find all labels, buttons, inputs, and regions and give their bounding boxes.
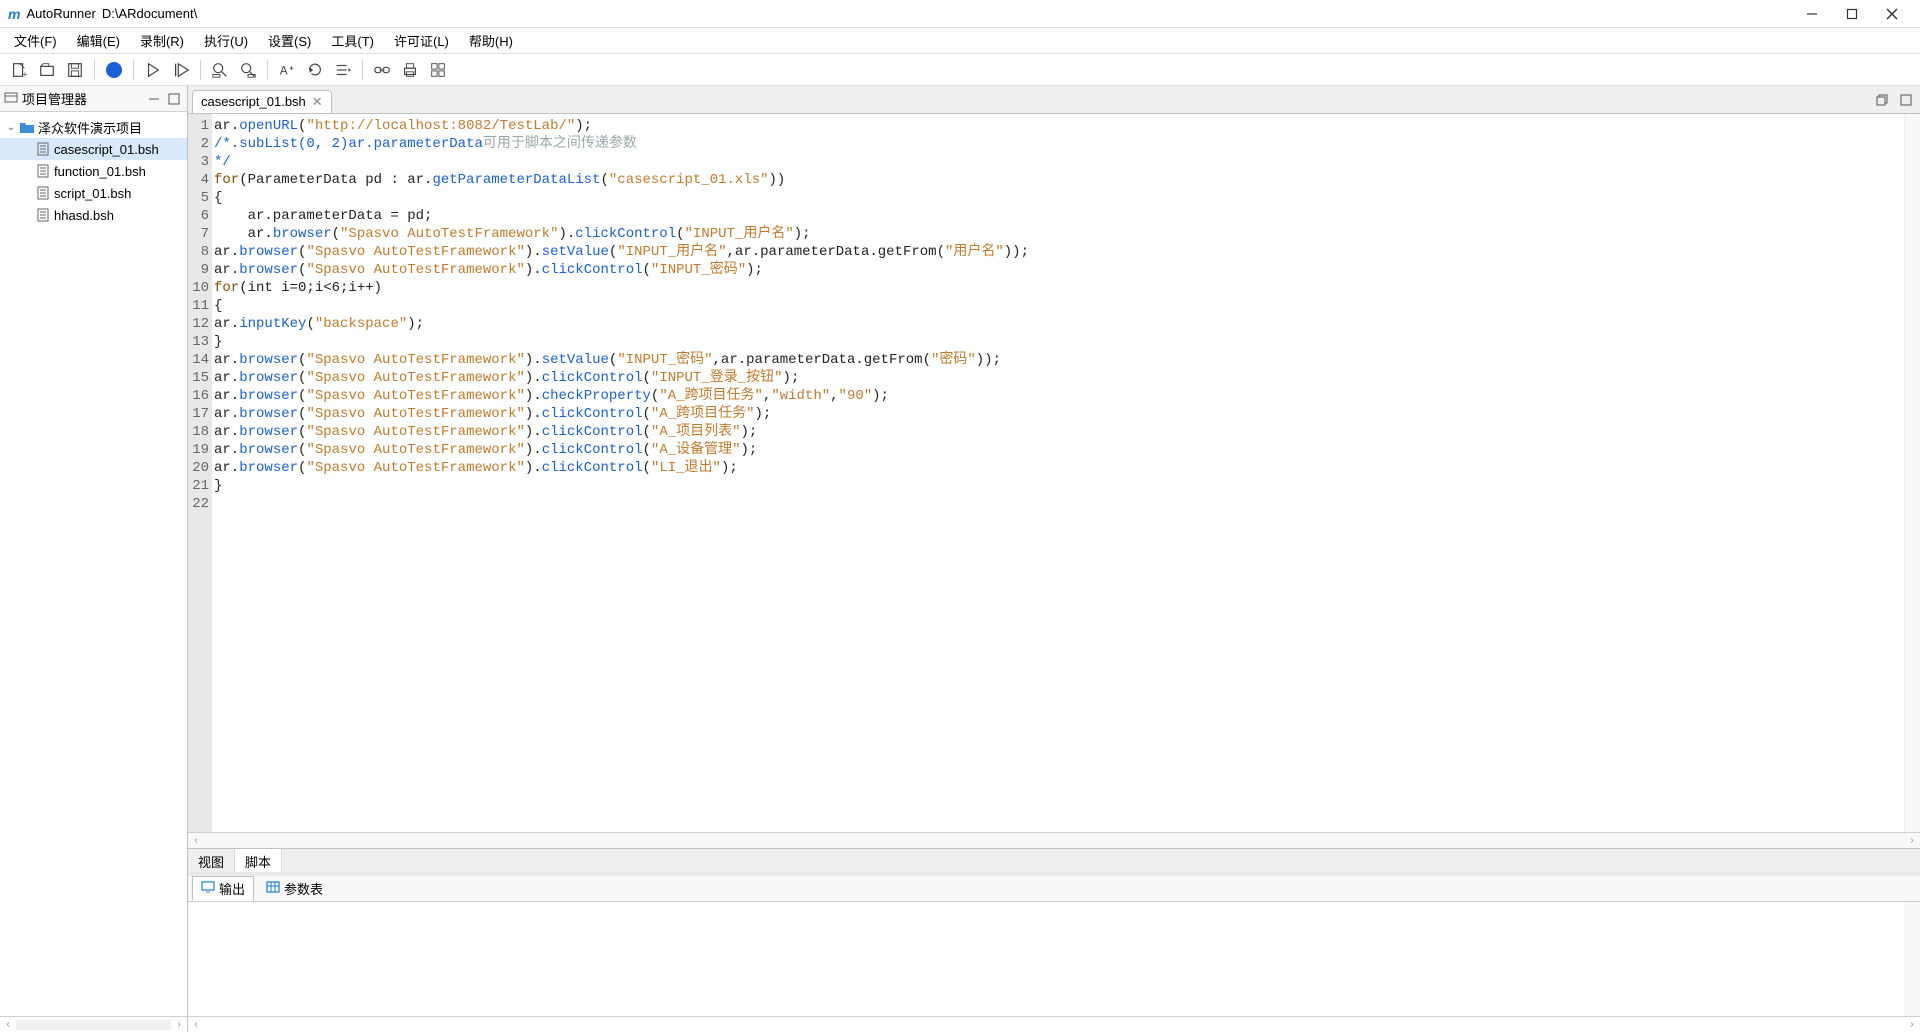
project-panel-title: 项目管理器 <box>22 89 143 108</box>
output-hscrollbar[interactable]: ‹› <box>188 1016 1920 1032</box>
output-panel: 输出 参数表 ‹› <box>188 872 1920 1032</box>
file-icon <box>34 164 52 178</box>
toolbar-separator <box>133 60 134 80</box>
minimize-panel-button[interactable] <box>145 90 163 108</box>
minimize-button[interactable] <box>1792 0 1832 28</box>
collapse-icon[interactable]: ⌄ <box>4 122 18 133</box>
maximize-panel-button[interactable] <box>165 90 183 108</box>
output-vscrollbar[interactable] <box>1904 902 1920 1016</box>
tree-file-item[interactable]: casescript_01.bsh <box>0 138 187 160</box>
list-button[interactable] <box>330 57 356 83</box>
toolbar-separator <box>362 60 363 80</box>
output-tab-label: 输出 <box>219 879 245 898</box>
view-tab-view[interactable]: 视图 <box>188 849 235 872</box>
toolbar: + A <box>0 54 1920 86</box>
titlebar: m AutoRunner D:\ARdocument\ <box>0 0 1920 28</box>
tree-item-label: casescript_01.bsh <box>54 142 159 157</box>
file-icon <box>34 186 52 200</box>
statusbar <box>0 1032 1920 1036</box>
menu-edit[interactable]: 编辑(E) <box>67 28 130 53</box>
view-tab-script[interactable]: 脚本 <box>235 848 282 872</box>
editor-tab-label: casescript_01.bsh <box>201 94 306 109</box>
bottom-tabs: 输出 参数表 <box>188 876 1920 902</box>
editor-area: casescript_01.bsh ✕ 1 2 3 4 5 6 7 8 9 10… <box>188 86 1920 1032</box>
svg-text:A: A <box>280 64 288 77</box>
app-icon: m <box>8 6 20 22</box>
find-button[interactable] <box>207 57 233 83</box>
print-button[interactable] <box>397 57 423 83</box>
tree-file-item[interactable]: script_01.bsh <box>0 182 187 204</box>
tree-root[interactable]: ⌄ 泽众软件演示项目 <box>0 116 187 138</box>
step-button[interactable] <box>168 57 194 83</box>
tree-item-label: script_01.bsh <box>54 186 131 201</box>
monitor-icon <box>201 880 215 897</box>
code-content[interactable]: ar.openURL("http://localhost:8082/TestLa… <box>212 114 1920 832</box>
editor-vscrollbar[interactable] <box>1904 114 1920 832</box>
project-panel: 项目管理器 ⌄ 泽众软件演示项目 casescript_01.bshfuncti… <box>0 86 188 1032</box>
sidebar-hscrollbar[interactable]: ‹› <box>0 1016 187 1032</box>
params-tab-label: 参数表 <box>284 879 323 898</box>
svg-text:+: + <box>23 70 28 79</box>
font-button[interactable]: A <box>274 57 300 83</box>
menu-tools[interactable]: 工具(T) <box>321 28 384 53</box>
menu-run[interactable]: 执行(U) <box>194 28 258 53</box>
menubar: 文件(F) 编辑(E) 录制(R) 执行(U) 设置(S) 工具(T) 许可证(… <box>0 28 1920 54</box>
code-editor[interactable]: 1 2 3 4 5 6 7 8 9 10 11 12 13 14 15 16 1… <box>188 114 1920 832</box>
output-body[interactable] <box>188 902 1920 1016</box>
menu-record[interactable]: 录制(R) <box>130 28 194 53</box>
maximize-button[interactable] <box>1832 0 1872 28</box>
toolbar-separator <box>200 60 201 80</box>
params-tab[interactable]: 参数表 <box>258 877 331 900</box>
menu-settings[interactable]: 设置(S) <box>258 28 321 53</box>
record-button[interactable] <box>101 57 127 83</box>
tree-file-item[interactable]: function_01.bsh <box>0 160 187 182</box>
maximize-editor-button[interactable] <box>1896 90 1916 110</box>
line-gutter: 1 2 3 4 5 6 7 8 9 10 11 12 13 14 15 16 1… <box>188 114 212 832</box>
folder-icon <box>18 120 36 134</box>
file-icon <box>34 208 52 222</box>
menu-license[interactable]: 许可证(L) <box>384 28 459 53</box>
editor-hscrollbar[interactable]: ‹› <box>188 832 1920 848</box>
tree-item-label: hhasd.bsh <box>54 208 114 223</box>
project-tree[interactable]: ⌄ 泽众软件演示项目 casescript_01.bsh function_01.… <box>0 112 187 1016</box>
folder-tree-icon <box>4 90 18 107</box>
editor-tab[interactable]: casescript_01.bsh ✕ <box>192 90 332 113</box>
open-file-button[interactable] <box>34 57 60 83</box>
toolbar-separator <box>267 60 268 80</box>
close-tab-icon[interactable]: ✕ <box>312 94 323 110</box>
restore-editor-button[interactable] <box>1872 90 1892 110</box>
project-panel-header: 项目管理器 <box>0 86 187 112</box>
app-name: AutoRunner <box>26 6 95 21</box>
close-button[interactable] <box>1872 0 1912 28</box>
editor-tabstrip: casescript_01.bsh ✕ <box>188 86 1920 114</box>
refresh-button[interactable] <box>302 57 328 83</box>
grid-button[interactable] <box>425 57 451 83</box>
table-icon <box>266 880 280 897</box>
editor-view-tabs: 视图 脚本 <box>188 848 1920 872</box>
output-tab[interactable]: 输出 <box>192 876 254 901</box>
menu-help[interactable]: 帮助(H) <box>459 28 523 53</box>
window-path: D:\ARdocument\ <box>102 6 197 21</box>
link-button[interactable] <box>369 57 395 83</box>
new-file-button[interactable]: + <box>6 57 32 83</box>
tree-root-label: 泽众软件演示项目 <box>38 118 142 137</box>
menu-file[interactable]: 文件(F) <box>4 28 67 53</box>
save-button[interactable] <box>62 57 88 83</box>
tree-item-label: function_01.bsh <box>54 164 146 179</box>
play-button[interactable] <box>140 57 166 83</box>
tree-file-item[interactable]: hhasd.bsh <box>0 204 187 226</box>
replace-button[interactable] <box>235 57 261 83</box>
file-icon <box>34 142 52 156</box>
toolbar-separator <box>94 60 95 80</box>
